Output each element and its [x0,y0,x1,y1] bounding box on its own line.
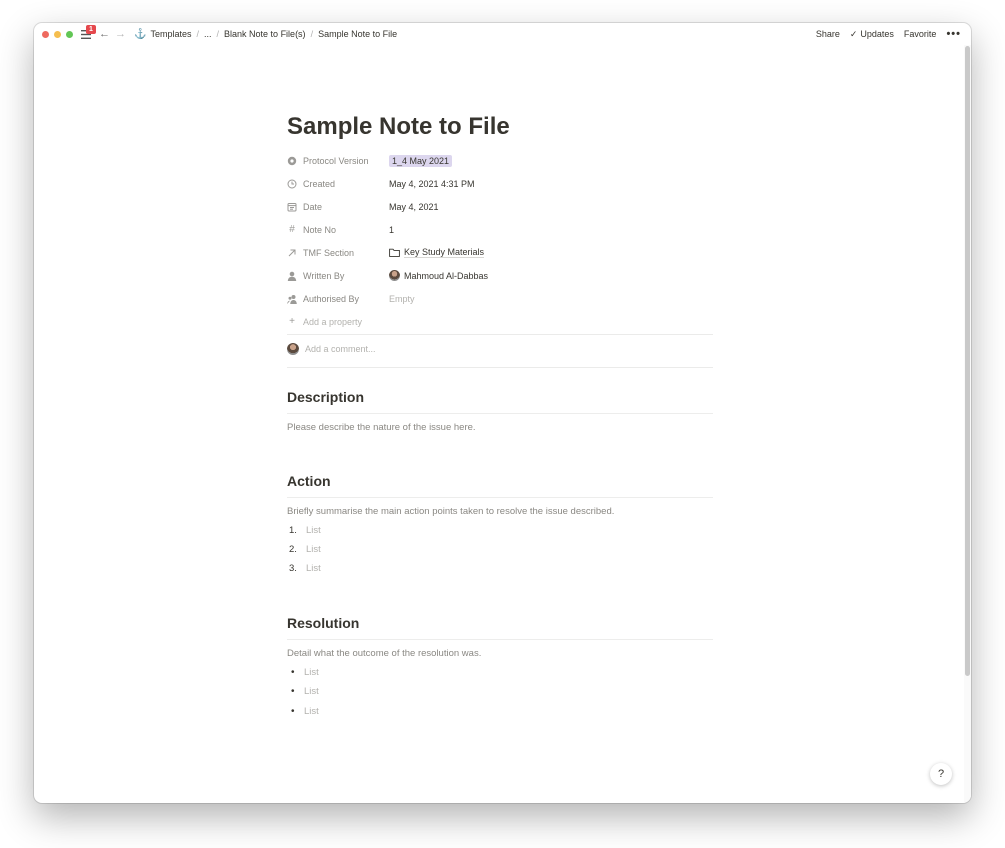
heading-action[interactable]: Action [287,473,331,489]
authorised-by-value[interactable]: Empty [389,294,415,304]
calendar-icon [287,202,297,212]
scrollbar[interactable] [964,45,971,803]
property-label: Protocol Version [303,155,369,166]
maximize-window-button[interactable] [66,30,73,38]
divider [287,367,713,368]
breadcrumb-separator: / [216,29,220,39]
updates-label: Updates [860,29,894,39]
add-property-button[interactable]: + Add a property [287,310,713,333]
property-date[interactable]: Date May 4, 2021 [287,195,713,218]
page-title[interactable]: Sample Note to File [287,113,510,141]
property-tmf-section[interactable]: TMF Section Key Study Materials [287,241,713,264]
more-options-icon[interactable]: ••• [946,28,961,40]
created-value: May 4, 2021 4:31 PM [389,178,475,189]
date-value[interactable]: May 4, 2021 [389,202,439,212]
folder-icon [389,248,400,257]
add-property-label: Add a property [303,316,363,327]
window-controls [42,30,73,38]
property-written-by[interactable]: Written By Mahmoud Al-Dabbas [287,264,713,287]
minimize-window-button[interactable] [54,30,61,38]
notification-badge: 1 [86,25,96,34]
property-note-no[interactable]: # Note No 1 [287,218,713,241]
forward-arrow-icon[interactable]: → [115,28,126,40]
bullet-icon: • [291,686,295,697]
comment-input[interactable]: Add a comment... [287,343,376,355]
breadcrumb-separator: / [196,29,199,39]
list-number: 3. [289,563,297,574]
breadcrumb: ⚓ Templates / ... / Blank Note to File(s… [134,29,397,40]
property-authorised-by[interactable]: Authorised By Empty [287,287,713,310]
list-item[interactable]: 3. List [287,563,321,574]
breadcrumb-current-page[interactable]: Sample Note to File [318,29,397,39]
comment-placeholder: Add a comment... [305,344,376,354]
app-window: 1 ← → ⚓ Templates / ... / Blank Note to … [34,23,971,803]
heading-underline [287,413,713,414]
breadcrumb-ellipsis[interactable]: ... [204,29,212,39]
sidebar-toggle-button[interactable]: 1 [79,25,96,41]
tmf-section-link[interactable]: Key Study Materials [404,247,485,258]
person-icon [287,271,297,281]
help-button[interactable]: ? [930,763,952,785]
back-arrow-icon[interactable]: ← [99,28,110,40]
share-button[interactable]: Share [816,29,840,39]
avatar [287,343,299,355]
properties-list: Protocol Version 1_4 May 2021 Created Ma… [287,149,713,333]
property-label: TMF Section [303,247,355,258]
templates-page-icon: ⚓ [134,28,147,40]
property-protocol-version[interactable]: Protocol Version 1_4 May 2021 [287,149,713,172]
property-label: Note No [303,224,337,235]
note-no-value[interactable]: 1 [389,225,394,235]
scrollbar-thumb[interactable] [965,46,970,676]
updates-button[interactable]: ✓ Updates [850,29,894,40]
list-number: 2. [289,544,297,555]
list-item-text: List [304,706,319,717]
list-number: 1. [289,525,297,536]
list-item[interactable]: • List [287,667,319,678]
list-item-text: List [304,667,319,678]
property-label: Date [303,201,323,212]
people-icon [287,294,297,304]
property-created[interactable]: Created May 4, 2021 4:31 PM [287,172,713,195]
relation-arrow-icon [287,248,297,258]
property-label: Authorised By [303,293,360,304]
list-item[interactable]: 1. List [287,525,321,536]
bullet-icon: • [291,667,295,678]
action-text[interactable]: Briefly summarise the main action points… [287,506,614,517]
heading-description[interactable]: Description [287,389,364,405]
list-item[interactable]: • List [287,686,319,697]
gear-icon [287,156,297,166]
property-label: Created [303,178,336,189]
list-item-text: List [304,686,319,697]
favorite-button[interactable]: Favorite [904,29,937,39]
list-item[interactable]: 2. List [287,544,321,555]
bullet-icon: • [291,706,295,717]
property-label: Written By [303,270,345,281]
close-window-button[interactable] [42,30,49,38]
clock-icon [287,179,297,189]
titlebar: 1 ← → ⚓ Templates / ... / Blank Note to … [34,23,971,45]
written-by-value[interactable]: Mahmoud Al-Dabbas [404,271,488,281]
heading-resolution[interactable]: Resolution [287,615,359,631]
avatar [389,270,400,281]
divider [287,334,713,335]
heading-underline [287,639,713,640]
breadcrumb-blank-note[interactable]: Blank Note to File(s) [224,29,306,39]
plus-icon: + [289,316,295,327]
description-text[interactable]: Please describe the nature of the issue … [287,422,476,433]
list-item[interactable]: • List [287,706,319,717]
protocol-version-tag[interactable]: 1_4 May 2021 [389,154,453,167]
hash-icon: # [289,224,295,235]
checkmark-icon: ✓ [849,28,858,39]
resolution-text[interactable]: Detail what the outcome of the resolutio… [287,648,481,659]
heading-underline [287,497,713,498]
breadcrumb-templates[interactable]: Templates [150,29,191,39]
breadcrumb-separator: / [310,29,314,39]
list-item-text: List [306,563,321,574]
top-actions: Share ✓ Updates Favorite ••• [816,23,961,45]
list-item-text: List [306,544,321,555]
list-item-text: List [306,525,321,536]
